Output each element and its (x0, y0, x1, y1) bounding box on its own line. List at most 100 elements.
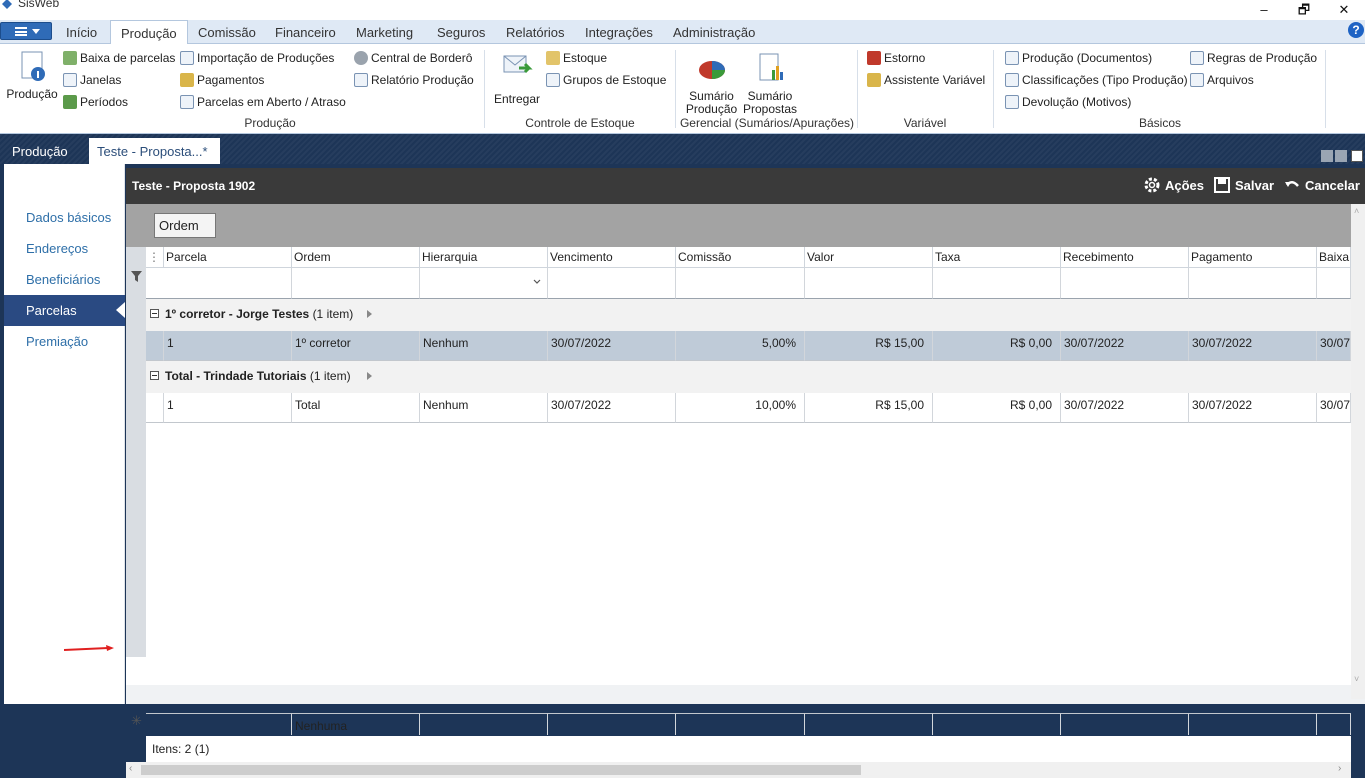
cell-comissao[interactable]: 10,00% (676, 393, 805, 423)
periodos-button[interactable]: Períodos (63, 95, 128, 109)
sidebar-item-dados-basicos[interactable]: Dados básicos (4, 202, 125, 233)
tab-comissao[interactable]: Comissão (188, 20, 266, 44)
close-button[interactable]: ✕ (1326, 0, 1362, 20)
filter-recebimento-input[interactable] (1061, 268, 1189, 299)
filter-baixa-input[interactable] (1317, 268, 1351, 299)
new-cell-taxa[interactable] (933, 713, 1061, 735)
cell-vencimento[interactable]: 30/07/2022 (548, 393, 676, 423)
entregar-button[interactable]: Entregar (492, 50, 542, 106)
column-header-parcela[interactable]: Parcela (164, 247, 292, 268)
cell-taxa[interactable]: R$ 0,00 (933, 331, 1061, 361)
grupos-estoque-button[interactable]: Grupos de Estoque (546, 73, 666, 87)
doc-tab-proposta[interactable]: Teste - Proposta...* (89, 138, 220, 164)
tab-financeiro[interactable]: Financeiro (265, 20, 346, 44)
classificacoes-button[interactable]: Classificações (Tipo Produção) (1005, 73, 1188, 87)
assistente-variavel-button[interactable]: Assistente Variável (867, 73, 985, 87)
cell-hierarquia[interactable]: Nenhum (420, 331, 548, 361)
minimize-button[interactable]: ‒ (1246, 0, 1282, 20)
tab-producao[interactable]: Produção (110, 20, 188, 45)
column-drag-handle[interactable]: ⋮ (146, 247, 164, 268)
new-cell-valor[interactable] (805, 713, 933, 735)
horizontal-scroll-thumb[interactable] (141, 765, 861, 775)
filter-parcela-input[interactable] (146, 268, 292, 299)
tab-scroll-left-icon[interactable] (1321, 150, 1333, 162)
column-header-vencimento[interactable]: Vencimento (548, 247, 676, 268)
tab-scroll-right-icon[interactable] (1335, 150, 1347, 162)
cell-baixa[interactable]: 30/07 (1317, 331, 1351, 361)
tab-integracoes[interactable]: Integrações (575, 20, 663, 44)
producao-button[interactable]: Produção (4, 50, 60, 101)
filter-icon[interactable] (131, 271, 142, 282)
table-row[interactable]: 1 1º corretor Nenhum 30/07/2022 5,00% R$… (146, 331, 1351, 361)
cell-parcela[interactable]: 1 (164, 393, 292, 423)
new-cell-hierarquia[interactable] (420, 713, 548, 735)
filter-vencimento-input[interactable] (548, 268, 676, 299)
column-header-valor[interactable]: Valor (805, 247, 933, 268)
filter-pagamento-input[interactable] (1189, 268, 1317, 299)
table-row[interactable]: 1 Total Nenhum 30/07/2022 10,00% R$ 15,0… (146, 393, 1351, 423)
relatorio-producao-button[interactable]: Relatório Produção (354, 73, 474, 87)
column-header-comissao[interactable]: Comissão (676, 247, 805, 268)
new-cell-baixa[interactable] (1317, 713, 1351, 735)
horizontal-scrollbar[interactable]: ‹ › (126, 762, 1351, 778)
cell-valor[interactable]: R$ 15,00 (805, 331, 933, 361)
scroll-down-icon[interactable]: ˅ (1354, 674, 1359, 684)
filter-valor-input[interactable] (805, 268, 933, 299)
column-header-pagamento[interactable]: Pagamento (1189, 247, 1317, 268)
salvar-button[interactable]: Salvar (1214, 177, 1274, 193)
vertical-scrollbar[interactable]: ˄ ˅ (1351, 204, 1365, 699)
help-icon[interactable]: ? (1348, 22, 1364, 38)
janelas-button[interactable]: Janelas (63, 73, 121, 87)
new-cell-recebimento[interactable] (1061, 713, 1189, 735)
group-by-ordem-button[interactable]: Ordem (154, 213, 216, 238)
sidebar-item-premiacao[interactable]: Premiação (4, 326, 125, 357)
cell-ordem[interactable]: 1º corretor (292, 331, 420, 361)
cell-baixa[interactable]: 30/07 (1317, 393, 1351, 423)
filter-comissao-input[interactable] (676, 268, 805, 299)
column-header-ordem[interactable]: Ordem (292, 247, 420, 268)
filter-taxa-input[interactable] (933, 268, 1061, 299)
parcelas-aberto-button[interactable]: Parcelas em Aberto / Atraso (180, 95, 346, 109)
estoque-button[interactable]: Estoque (546, 51, 607, 65)
new-cell-parcela[interactable] (146, 713, 292, 735)
tab-inicio[interactable]: Início (56, 20, 107, 44)
scroll-up-icon[interactable]: ˄ (1354, 206, 1359, 216)
central-bordero-button[interactable]: Central de Borderô (354, 51, 472, 65)
baixa-parcelas-button[interactable]: Baixa de parcelas (63, 51, 175, 65)
tab-list-icon[interactable] (1351, 150, 1363, 162)
sidebar-item-parcelas[interactable]: Parcelas (4, 295, 125, 326)
arquivos-button[interactable]: Arquivos (1190, 73, 1254, 87)
group-row[interactable]: 1º corretor - Jorge Testes (1 item) (146, 299, 1351, 331)
cell-taxa[interactable]: R$ 0,00 (933, 393, 1061, 423)
sidebar-item-enderecos[interactable]: Endereços (4, 233, 125, 264)
column-header-baixa[interactable]: Baixa (1317, 247, 1351, 268)
column-header-taxa[interactable]: Taxa (933, 247, 1061, 268)
scroll-right-icon[interactable]: › (1338, 763, 1341, 774)
devolucao-motivos-button[interactable]: Devolução (Motivos) (1005, 95, 1131, 109)
importacao-producoes-button[interactable]: Importação de Produções (180, 51, 334, 65)
estorno-button[interactable]: Estorno (867, 51, 925, 65)
acoes-button[interactable]: Ações (1144, 177, 1204, 193)
tab-marketing[interactable]: Marketing (346, 20, 423, 44)
new-cell-pagamento[interactable] (1189, 713, 1317, 735)
cancelar-button[interactable]: Cancelar (1284, 177, 1360, 193)
cell-hierarquia[interactable]: Nenhum (420, 393, 548, 423)
collapse-icon[interactable] (150, 309, 159, 318)
tab-seguros[interactable]: Seguros (427, 20, 495, 44)
cell-pagamento[interactable]: 30/07/2022 (1189, 393, 1317, 423)
cell-parcela[interactable]: 1 (164, 331, 292, 361)
tab-administracao[interactable]: Administração (663, 20, 765, 44)
scroll-left-icon[interactable]: ‹ (129, 763, 132, 774)
sidebar-item-beneficiarios[interactable]: Beneficiários (4, 264, 125, 295)
cell-recebimento[interactable]: 30/07/2022 (1061, 393, 1189, 423)
cell-vencimento[interactable]: 30/07/2022 (548, 331, 676, 361)
doc-tab-producao[interactable]: Produção (4, 138, 76, 164)
filter-hierarquia-select[interactable] (420, 268, 548, 299)
column-header-hierarquia[interactable]: Hierarquia (420, 247, 548, 268)
group-row[interactable]: Total - Trindade Tutoriais (1 item) (146, 361, 1351, 393)
collapse-icon[interactable] (150, 371, 159, 380)
cell-pagamento[interactable]: 30/07/2022 (1189, 331, 1317, 361)
new-cell-ordem[interactable]: Nenhuma (292, 713, 420, 735)
cell-comissao[interactable]: 5,00% (676, 331, 805, 361)
new-cell-vencimento[interactable] (548, 713, 676, 735)
